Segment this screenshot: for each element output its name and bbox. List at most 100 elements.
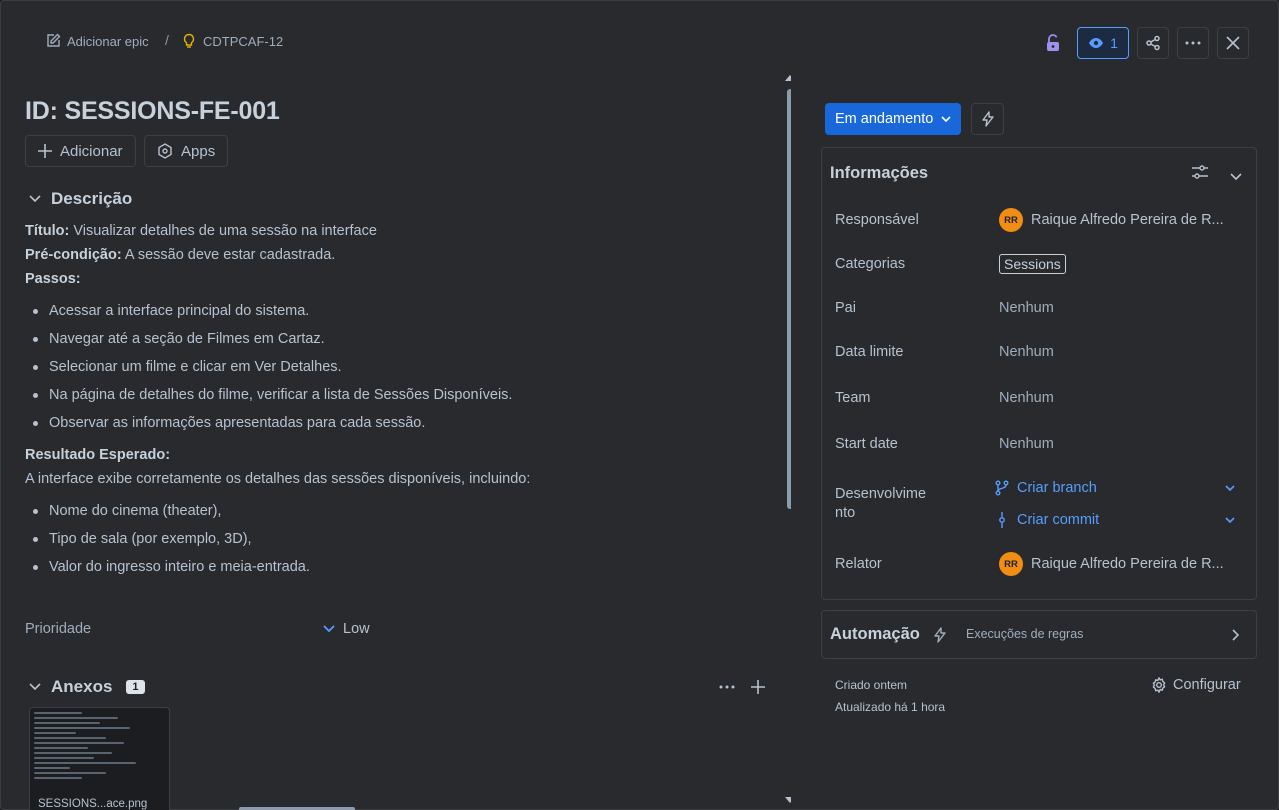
list-item: Tipo de sala (por exemplo, 3D),: [25, 525, 765, 553]
lightning-icon: [981, 111, 994, 127]
issue-title[interactable]: ID: SESSIONS-FE-001: [25, 97, 280, 126]
edit-icon: [47, 33, 61, 47]
watch-count: 1: [1110, 35, 1118, 51]
close-icon: [1226, 36, 1240, 50]
issue-key: CDTPCAF-12: [203, 33, 284, 49]
configure-fields-button[interactable]: [1191, 164, 1209, 180]
automation-heading: Automação: [830, 625, 920, 643]
parent-label: Pai: [835, 300, 856, 316]
attachment-file-name: SESSIONS...ace.png: [38, 798, 148, 810]
watch-button[interactable]: 1: [1077, 27, 1129, 59]
share-button[interactable]: [1137, 27, 1169, 59]
team-value[interactable]: Nenhum: [999, 390, 1054, 406]
create-commit-link[interactable]: Criar commit: [995, 512, 1235, 528]
reporter-name: Raique Alfredo Pereira de R...: [1031, 556, 1224, 572]
attachment-thumbnail[interactable]: SESSIONS...ace.png: [29, 707, 170, 810]
status-label: Em andamento: [835, 111, 934, 127]
add-button[interactable]: Adicionar: [25, 135, 136, 167]
add-epic-label: Adicionar epic: [67, 33, 149, 49]
more-icon: [719, 685, 735, 689]
issue-header: Adicionar epic / CDTPCAF-12 1: [1, 23, 1278, 63]
start-date-value[interactable]: Nenhum: [999, 436, 1054, 452]
configure-label: Configurar: [1173, 677, 1241, 693]
breadcrumb-separator: /: [165, 32, 169, 48]
description-steps-label: Passos:: [25, 271, 81, 287]
configure-button[interactable]: Configurar: [1151, 677, 1241, 693]
parent-value[interactable]: Nenhum: [999, 300, 1054, 316]
expected-result-label: Resultado Esperado:: [25, 447, 171, 463]
attachments-header[interactable]: Anexos 1: [29, 677, 145, 697]
avatar: RR: [999, 552, 1023, 576]
description-header[interactable]: Descrição: [29, 189, 132, 209]
lock-icon[interactable]: [1041, 31, 1065, 55]
due-date-value[interactable]: Nenhum: [999, 344, 1054, 360]
categories-label: Categorias: [835, 256, 906, 272]
scroll-down-icon: [785, 797, 791, 803]
list-item: Navegar até a seção de Filmes em Cartaz.: [25, 325, 765, 353]
category-tag[interactable]: Sessions: [999, 254, 1066, 274]
description-title-line: Título: Visualizar detalhes de uma sessã…: [25, 223, 377, 239]
branch-icon: [995, 480, 1009, 496]
apps-button-label: Apps: [181, 142, 216, 160]
issue-modal: Adicionar epic / CDTPCAF-12 1 ID: SESSIO…: [0, 0, 1279, 810]
gear-icon: [1152, 677, 1166, 693]
assignee-label: Responsável: [835, 212, 919, 228]
eye-icon: [1089, 38, 1104, 48]
plus-icon: [751, 680, 765, 694]
expected-result-text: A interface exibe corretamente os detalh…: [25, 471, 531, 487]
apps-button[interactable]: Apps: [144, 135, 229, 167]
lightning-icon: [934, 627, 946, 643]
details-collapse-button[interactable]: [1230, 168, 1242, 186]
actions-button[interactable]: [971, 103, 1004, 135]
chevron-down-icon: [1225, 517, 1235, 523]
attachments-heading: Anexos: [51, 677, 113, 696]
priority-low-icon: [323, 625, 335, 633]
apps-icon: [158, 143, 172, 159]
add-epic-link[interactable]: Adicionar epic: [45, 33, 149, 49]
sliders-icon: [1192, 165, 1208, 179]
priority-value: Low: [343, 621, 370, 637]
development-label-line1: Desenvolvime: [835, 486, 927, 502]
priority-field[interactable]: Low: [323, 621, 370, 637]
avatar: RR: [999, 208, 1023, 232]
list-item: Observar as informações apresentadas par…: [25, 409, 765, 437]
chevron-down-icon: [1230, 173, 1242, 181]
attachments-more-button[interactable]: [719, 679, 737, 695]
scrollbar-thumb[interactable]: [787, 89, 791, 509]
more-icon: [1185, 41, 1201, 45]
reporter-field[interactable]: RR Raique Alfredo Pereira de R...: [999, 552, 1224, 576]
issue-key-link[interactable]: CDTPCAF-12: [181, 33, 283, 49]
assignee-field[interactable]: RR Raique Alfredo Pereira de R...: [999, 208, 1224, 232]
automation-panel[interactable]: Automação Execuções de regras: [821, 610, 1257, 659]
list-item: Valor do ingresso inteiro e meia-entrada…: [25, 553, 765, 581]
rule-executions-label: Execuções de regras: [966, 627, 1084, 641]
reporter-label: Relator: [835, 556, 882, 572]
add-attachment-button[interactable]: [750, 679, 766, 695]
more-actions-button[interactable]: [1177, 27, 1209, 59]
attachment-preview-image: [34, 712, 154, 782]
details-panel: Informações Responsável RR Raique Alfred…: [821, 147, 1257, 600]
close-button[interactable]: [1217, 27, 1249, 59]
add-button-label: Adicionar: [60, 142, 123, 160]
created-timestamp: Criado ontem: [835, 678, 908, 692]
categories-field[interactable]: Sessions: [999, 254, 1066, 274]
attachments-count-badge: 1: [126, 680, 145, 694]
chevron-down-icon: [941, 116, 951, 122]
chevron-down-icon: [1225, 485, 1235, 491]
lightbulb-icon: [183, 33, 195, 48]
development-label-line2: nto: [835, 505, 856, 521]
create-branch-link[interactable]: Criar branch: [995, 480, 1235, 496]
chevron-down-icon: [29, 195, 41, 203]
chevron-down-icon: [29, 683, 41, 691]
start-date-label: Start date: [835, 436, 898, 452]
description-body[interactable]: Título: Visualizar detalhes de uma sessã…: [25, 219, 765, 587]
expected-list: Nome do cinema (theater), Tipo de sala (…: [25, 497, 765, 581]
team-label: Team: [835, 390, 871, 406]
share-icon: [1146, 35, 1160, 51]
status-dropdown[interactable]: Em andamento: [825, 103, 962, 135]
create-branch-label: Criar branch: [1017, 480, 1097, 496]
scroll-up-icon: [785, 75, 791, 81]
list-item: Na página de detalhes do filme, verifica…: [25, 381, 765, 409]
details-heading[interactable]: Informações: [830, 164, 928, 183]
description-heading: Descrição: [51, 189, 133, 208]
